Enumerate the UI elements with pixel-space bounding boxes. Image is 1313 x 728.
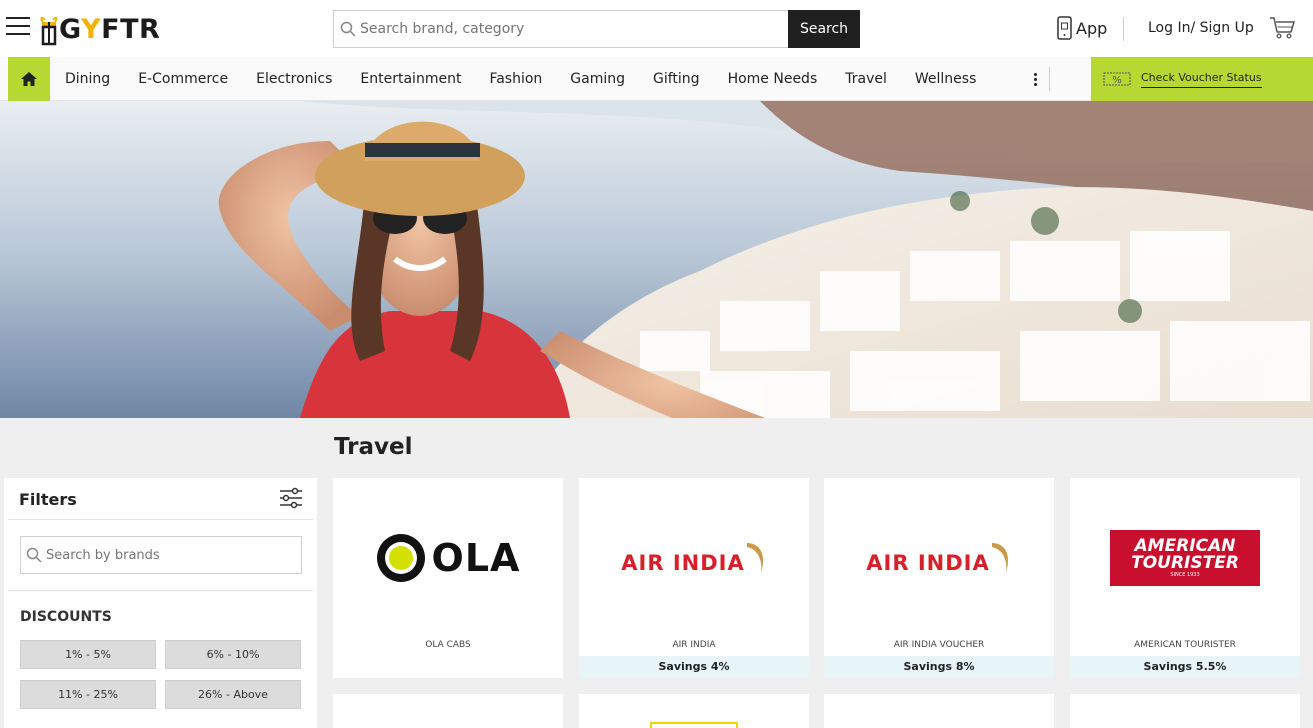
discount-chip-1-5[interactable]: 1% - 5% (20, 640, 156, 669)
search-input[interactable] (360, 21, 780, 37)
product-card-american-tourister[interactable]: AMERICAN TOURISTER SINCE 1933 AMERICAN T… (1070, 478, 1300, 678)
product-card[interactable] (333, 694, 563, 728)
app-link[interactable]: App (1057, 16, 1107, 40)
nav-item-gifting[interactable]: Gifting (639, 71, 714, 87)
mobile-phone-icon (1057, 16, 1072, 40)
nav-items: Dining E-Commerce Electronics Entertainm… (51, 57, 990, 101)
ola-logo-text: OLA (431, 536, 521, 580)
login-signup-link[interactable]: Log In/ Sign Up (1148, 20, 1254, 36)
gyftr-logo[interactable]: GYFTR (40, 9, 160, 49)
voucher-ticket-icon: % (1103, 72, 1131, 86)
category-nav: Dining E-Commerce Electronics Entertainm… (0, 57, 1313, 101)
american-tourister-logo-text-top: AMERICAN (1134, 535, 1236, 556)
app-label: App (1076, 18, 1108, 38)
search-icon (26, 547, 42, 563)
logo-letter-y: Y (81, 13, 102, 45)
voucher-label: Check Voucher Status (1141, 71, 1262, 88)
gift-box-icon (40, 14, 58, 46)
logo-letter-g: G (59, 13, 82, 45)
air-india-logo-text: AIR INDIA (621, 551, 745, 575)
discounts-title: DISCOUNTS (20, 609, 112, 625)
logo-letters-ftr: FTR (101, 13, 161, 45)
american-tourister-logo-text-bottom: TOURISTER (1131, 552, 1239, 573)
logo-wordmark: GYFTR (59, 14, 160, 45)
sliders-icon[interactable] (279, 487, 303, 513)
savings-badge: Savings 8% (824, 656, 1054, 678)
nav-item-travel[interactable]: Travel (831, 71, 901, 87)
product-name: AMERICAN TOURISTER (1134, 640, 1236, 650)
site-header: GYFTR Search App Log In/ Sign Up (0, 0, 1313, 57)
brand-search-input[interactable] (46, 547, 286, 563)
nav-item-gaming[interactable]: Gaming (556, 71, 639, 87)
product-name: AIR INDIA (672, 640, 716, 650)
product-name: AIR INDIA VOUCHER (893, 640, 985, 650)
check-voucher-status-button[interactable]: % Check Voucher Status (1091, 57, 1313, 101)
product-card-air-india[interactable]: AIR INDIA AIR INDIA Savings 4% (579, 478, 809, 678)
air-india-swoosh-icon (746, 543, 763, 573)
discount-chip-26-above[interactable]: 26% - Above (165, 680, 301, 709)
nav-item-fashion[interactable]: Fashion (475, 71, 556, 87)
air-india-logo-text: AIR INDIA (866, 551, 990, 575)
filters-panel: Filters DISCOUNTS 1% - 5% 6% - 10% 11% -… (4, 478, 317, 728)
savings-badge: Savings 5.5% (1070, 656, 1300, 678)
cart-icon[interactable] (1269, 16, 1296, 44)
discount-chip-6-10[interactable]: 6% - 10% (165, 640, 301, 669)
nav-divider (1049, 67, 1050, 91)
air-india-logo: AIR INDIA (579, 478, 809, 638)
svg-text:%: % (1112, 75, 1122, 86)
header-divider (1123, 17, 1124, 41)
brand-logo-partial (650, 722, 738, 728)
home-icon[interactable] (8, 57, 50, 101)
filters-divider (8, 519, 313, 520)
discount-chip-11-25[interactable]: 11% - 25% (20, 680, 156, 709)
nav-item-wellness[interactable]: Wellness (901, 71, 991, 87)
more-vertical-icon[interactable] (1026, 69, 1044, 89)
nav-item-dining[interactable]: Dining (51, 71, 124, 87)
brand-search-box (20, 536, 302, 574)
product-card-air-india-voucher[interactable]: AIR INDIA AIR INDIA VOUCHER Savings 8% (824, 478, 1054, 678)
hamburger-menu-icon[interactable] (6, 17, 30, 37)
american-tourister-logo: AMERICAN TOURISTER SINCE 1933 (1070, 478, 1300, 638)
american-tourister-logo-subtext: SINCE 1933 (1170, 571, 1200, 578)
nav-item-entertainment[interactable]: Entertainment (346, 71, 475, 87)
nav-item-ecommerce[interactable]: E-Commerce (124, 71, 242, 87)
filters-divider (8, 590, 313, 591)
page-title: Travel (334, 434, 413, 460)
savings-badge: Savings 4% (579, 656, 809, 678)
ola-logo: OLA (333, 478, 563, 638)
ola-logo-mark (376, 534, 425, 582)
product-card[interactable] (824, 694, 1054, 728)
product-card-ola[interactable]: OLA OLA CABS (333, 478, 563, 678)
product-card[interactable] (1070, 694, 1300, 728)
search-button[interactable]: Search (788, 10, 860, 48)
site-search-box (333, 10, 789, 48)
product-card[interactable] (579, 694, 809, 728)
product-name: OLA CABS (425, 640, 471, 650)
american-tourister-logo-box: AMERICAN TOURISTER SINCE 1933 (1110, 530, 1260, 586)
air-india-logo: AIR INDIA (824, 478, 1054, 638)
hero-banner-image (0, 101, 1313, 418)
nav-item-home-needs[interactable]: Home Needs (714, 71, 832, 87)
filters-title: Filters (19, 490, 77, 509)
air-india-swoosh-icon (991, 543, 1008, 573)
search-icon (340, 21, 356, 37)
nav-item-electronics[interactable]: Electronics (242, 71, 346, 87)
